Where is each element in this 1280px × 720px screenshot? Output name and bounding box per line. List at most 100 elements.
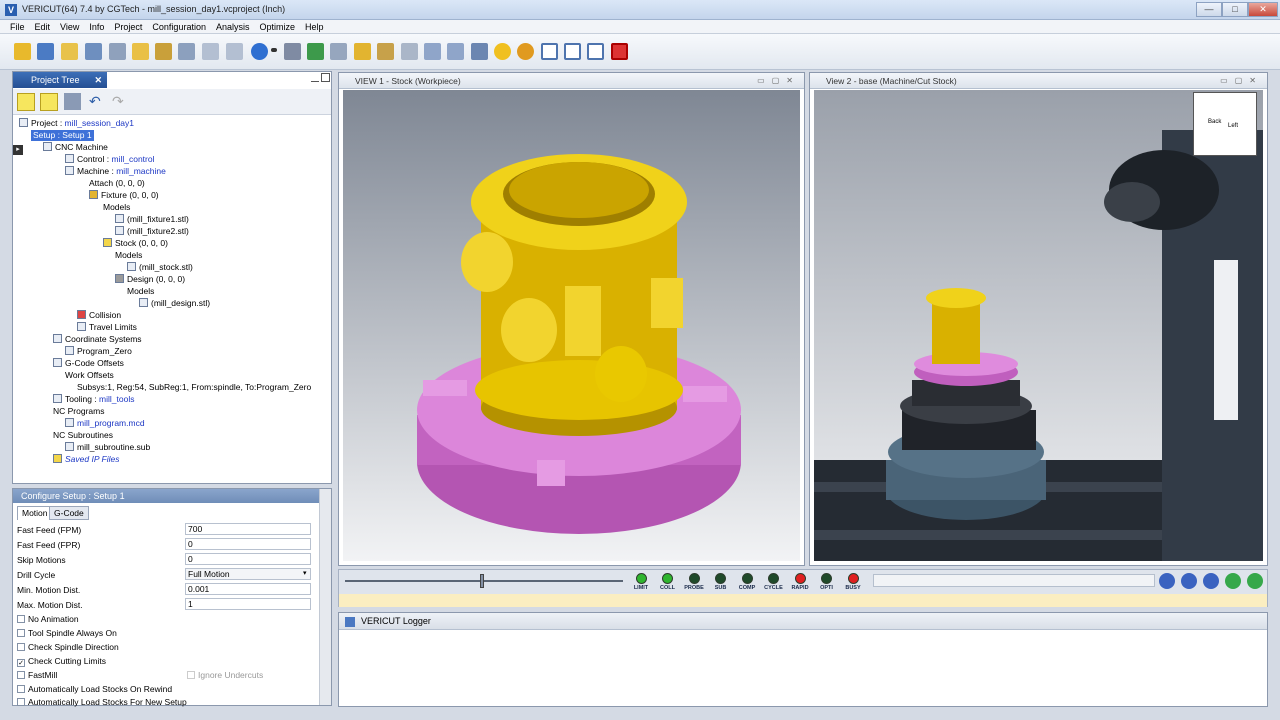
die-icon[interactable] xyxy=(307,43,324,60)
tree-item-project[interactable]: Project : mill_session_day1 xyxy=(19,118,134,129)
chevron-down-icon[interactable]: ▾ xyxy=(303,569,307,577)
tree-item-tooling[interactable]: Tooling : mill_tools xyxy=(53,394,134,405)
drill-cycle-select[interactable]: Full Motion xyxy=(185,568,311,580)
save-project-icon[interactable] xyxy=(37,43,54,60)
info-icon[interactable] xyxy=(251,43,268,60)
tree-item-model-file[interactable]: (mill_design.stl) xyxy=(139,298,210,309)
checkbox-icon[interactable] xyxy=(17,698,25,706)
zoom-box-icon[interactable] xyxy=(401,43,418,60)
configure-icon[interactable] xyxy=(17,93,35,111)
cube-face-back[interactable]: Back xyxy=(1208,119,1221,125)
max-motion-dist-input[interactable]: 1 xyxy=(185,598,311,610)
view-1-canvas[interactable] xyxy=(343,90,800,561)
tree-item-travel-limits[interactable]: Travel Limits xyxy=(77,322,137,333)
tree-item-gcode-offsets[interactable]: G-Code Offsets xyxy=(53,358,124,369)
tree-item-fixture[interactable]: Fixture (0, 0, 0) xyxy=(89,190,159,201)
check-mark-icon[interactable]: ✓ xyxy=(17,659,25,667)
view-1-window-buttons[interactable]: ▭▢✕ xyxy=(757,76,800,85)
view-2-window-buttons[interactable]: ▭▢✕ xyxy=(1220,76,1263,85)
menu-optimize[interactable]: Optimize xyxy=(252,20,298,33)
tree-item-offset-entry[interactable]: Subsys:1, Reg:54, SubReg:1, From:spindle… xyxy=(77,382,311,393)
reset-icon[interactable] xyxy=(1159,573,1175,589)
view-cube[interactable]: Back Left xyxy=(1193,92,1257,156)
skip-motions-input[interactable]: 0 xyxy=(185,553,311,565)
pause-icon[interactable] xyxy=(1203,573,1219,589)
tree-item-attach[interactable]: Attach (0, 0, 0) xyxy=(77,178,145,189)
panel-minimize-icon[interactable] xyxy=(311,74,319,82)
cube-face-left[interactable]: Left xyxy=(1228,123,1238,129)
nc-program-icon[interactable] xyxy=(178,43,195,60)
tree-item-models[interactable]: Models xyxy=(127,286,154,297)
attach-icon[interactable] xyxy=(155,43,172,60)
list-view-icon[interactable] xyxy=(40,93,58,111)
tree-item-work-offsets[interactable]: Work Offsets xyxy=(65,370,114,381)
menu-info[interactable]: Info xyxy=(82,20,107,33)
tree-item-control[interactable]: Control : mill_control xyxy=(65,154,155,165)
minimize-button[interactable]: — xyxy=(1196,2,1222,17)
tool-manager-icon[interactable] xyxy=(109,43,126,60)
menu-analysis[interactable]: Analysis xyxy=(209,20,253,33)
step-icon[interactable] xyxy=(1225,573,1241,589)
min-motion-dist-input[interactable]: 0.001 xyxy=(185,583,311,595)
menu-file[interactable]: File xyxy=(0,20,28,33)
rewind-icon[interactable] xyxy=(1181,573,1197,589)
tab-motion[interactable]: Motion xyxy=(17,506,53,520)
save-as-icon[interactable] xyxy=(85,43,102,60)
zoom-in-icon[interactable] xyxy=(424,43,441,60)
section-icon[interactable] xyxy=(377,43,394,60)
tab-project-tree[interactable]: Project Tree ✕ xyxy=(13,72,107,88)
tree-item-nc-program-file[interactable]: mill_program.mcd xyxy=(65,418,145,429)
menu-view[interactable]: View xyxy=(53,20,82,33)
checkbox-icon[interactable] xyxy=(187,671,195,679)
stock-icon[interactable] xyxy=(354,43,371,60)
fast-feed-fpr-input[interactable]: 0 xyxy=(185,538,311,550)
tree-item-models[interactable]: Models xyxy=(115,250,142,261)
checkbox-cutting-limits[interactable]: ✓ Check Cutting Limits xyxy=(17,655,106,667)
tree-item-setup[interactable]: Setup : Setup 1 xyxy=(31,130,94,141)
panel-float-icon[interactable] xyxy=(321,73,330,82)
speed-slider-track[interactable] xyxy=(345,580,623,582)
checkbox-spindle-direction[interactable]: Check Spindle Direction xyxy=(17,641,119,653)
split-horizontal-icon[interactable] xyxy=(587,43,604,60)
shade-icon[interactable] xyxy=(494,43,511,60)
tab-gcode[interactable]: G-Code xyxy=(49,506,89,520)
menu-help[interactable]: Help xyxy=(298,20,327,33)
axis-icon[interactable] xyxy=(330,43,347,60)
report-icon[interactable] xyxy=(226,43,243,60)
play-icon[interactable] xyxy=(1247,573,1263,589)
delete-view-icon[interactable] xyxy=(611,43,628,60)
tree-item-model-file[interactable]: (mill_stock.stl) xyxy=(127,262,193,273)
menu-edit[interactable]: Edit xyxy=(28,20,54,33)
tree-item-models[interactable]: Models xyxy=(103,202,130,213)
split-vertical-icon[interactable] xyxy=(564,43,581,60)
tree-item-cnc-machine[interactable]: CNC Machine xyxy=(43,142,108,153)
menu-configuration[interactable]: Configuration xyxy=(145,20,209,33)
tree-item-subroutine-file[interactable]: mill_subroutine.sub xyxy=(65,442,150,453)
checkbox-load-stocks-setup[interactable]: Automatically Load Stocks For New Setup xyxy=(17,696,187,708)
fast-feed-fpm-input[interactable]: 700 xyxy=(185,523,311,535)
tree-item-program-zero[interactable]: Program_Zero xyxy=(65,346,132,357)
close-tab-icon[interactable]: ✕ xyxy=(94,72,102,88)
tree-item-nc-programs[interactable]: NC Programs xyxy=(53,406,104,417)
checkbox-icon[interactable] xyxy=(17,615,25,623)
tree-item-coordinate-systems[interactable]: Coordinate Systems xyxy=(53,334,142,345)
tree-item-stock[interactable]: Stock (0, 0, 0) xyxy=(103,238,168,249)
setup-icon[interactable] xyxy=(202,43,219,60)
checkbox-ignore-undercuts[interactable]: Ignore Undercuts xyxy=(187,669,263,681)
zoom-out-icon[interactable] xyxy=(447,43,464,60)
checkbox-fastmill[interactable]: FastMill xyxy=(17,669,57,681)
expand-arrow-icon[interactable]: ▸ xyxy=(13,145,23,155)
open-project-icon[interactable] xyxy=(14,43,31,60)
checkbox-icon[interactable] xyxy=(17,671,25,679)
tree-item-collision[interactable]: Collision xyxy=(77,310,121,321)
logger-content[interactable] xyxy=(339,631,1267,706)
tree-item-machine[interactable]: Machine : mill_machine xyxy=(65,166,166,177)
tree-item-nc-subroutines[interactable]: NC Subroutines xyxy=(53,430,113,441)
redo-icon[interactable]: ↷ xyxy=(112,93,126,109)
open-file-icon[interactable] xyxy=(132,43,149,60)
checkbox-load-stocks-rewind[interactable]: Automatically Load Stocks On Rewind xyxy=(17,683,172,695)
single-view-icon[interactable] xyxy=(541,43,558,60)
tree-item-model-file[interactable]: (mill_fixture2.stl) xyxy=(115,226,189,237)
checkbox-icon[interactable] xyxy=(17,685,25,693)
view-2-canvas[interactable]: Back Left xyxy=(814,90,1263,561)
